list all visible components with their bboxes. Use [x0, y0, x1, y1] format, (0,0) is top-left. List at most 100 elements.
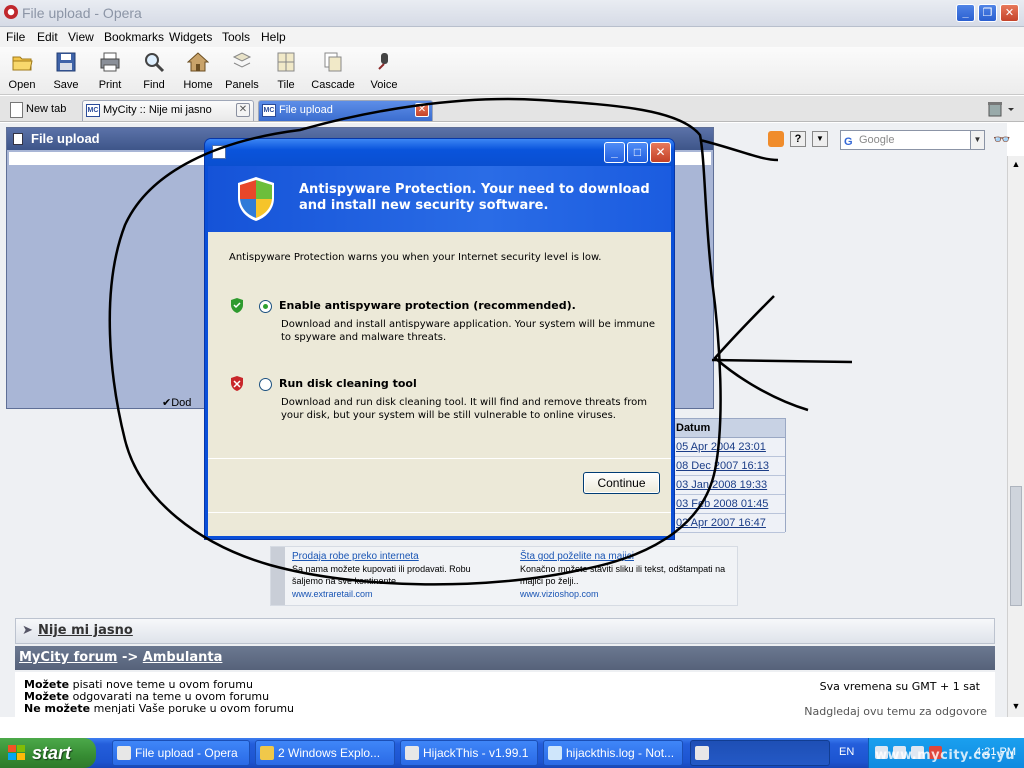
tile-icon — [277, 52, 295, 72]
menu-view[interactable]: View — [68, 30, 94, 44]
ad-side-label — [271, 547, 285, 605]
table-row[interactable]: 02 Apr 2007 16:47 — [671, 514, 785, 533]
tab-close-icon[interactable]: ✕ — [236, 103, 250, 117]
glasses-icon[interactable]: 👓 — [993, 131, 1010, 148]
ad-vizioshop[interactable]: Šta god poželite na majici Konačno možet… — [520, 551, 730, 600]
minimize-button[interactable]: _ — [956, 4, 975, 22]
dialog-close-button[interactable]: ✕ — [650, 142, 671, 163]
dialog-header: Antispyware Protection. Your need to dow… — [208, 166, 671, 232]
menu-tools[interactable]: Tools — [222, 30, 250, 44]
forum-permissions: Možete pisati nove teme u ovom forumu Mo… — [15, 672, 995, 718]
language-indicator[interactable]: EN — [839, 746, 854, 758]
continue-button[interactable]: Continue — [583, 472, 660, 494]
table-row[interactable]: 03 Feb 2008 01:45 — [671, 495, 785, 514]
cascade-button[interactable]: Cascade — [311, 49, 355, 93]
windows-taskbar: start File upload - Opera 2 Windows Expl… — [0, 738, 1024, 768]
table-row[interactable]: 03 Jan 2008 19:33 — [671, 476, 785, 495]
search-engine-dropdown[interactable]: ▼ — [970, 131, 984, 149]
new-tab-button[interactable]: New tab — [6, 100, 80, 121]
rss-feed-icon[interactable] — [768, 131, 784, 147]
panels-button[interactable]: Panels — [220, 49, 264, 93]
floppy-disk-icon — [56, 52, 76, 72]
breadcrumb-ambulanta[interactable]: Ambulanta — [143, 650, 223, 665]
magnifier-icon — [145, 53, 165, 73]
panels-icon — [232, 52, 252, 68]
scroll-down-icon[interactable]: ▼ — [1010, 700, 1022, 712]
watermark: www.mycity.co.yu — [875, 748, 1016, 763]
tile-button[interactable]: Tile — [264, 49, 308, 93]
trash-icon[interactable] — [988, 101, 1018, 117]
window-icon — [212, 145, 226, 159]
tab-close-icon[interactable]: ✕ — [415, 103, 429, 117]
menu-help[interactable]: Help — [261, 30, 286, 44]
divider — [208, 458, 671, 459]
topic-title-bar[interactable]: ➤ Nije mi jasno — [15, 618, 995, 644]
timezone-note: Sva vremena su GMT + 1 sat — [819, 680, 980, 693]
save-button[interactable]: Save — [44, 49, 88, 93]
mycity-favicon: MC — [86, 104, 100, 117]
taskbar-item-explorer[interactable]: 2 Windows Explo... — [255, 740, 395, 766]
radio-disk-cleaning[interactable] — [259, 378, 272, 391]
dialog-body: Antispyware Protection warns you when yo… — [208, 232, 671, 539]
find-button[interactable]: Find — [132, 49, 176, 93]
opera-icon — [117, 746, 131, 760]
voice-button[interactable]: Voice — [362, 49, 406, 93]
antispyware-dialog: _ □ ✕ Antispyware Protection. Your need … — [205, 139, 674, 539]
open-button[interactable]: Open — [0, 49, 44, 93]
menu-widgets[interactable]: Widgets — [169, 30, 212, 44]
watch-topic-link[interactable]: Nadgledaj ovu temu za odgovore — [804, 706, 987, 718]
menu-edit[interactable]: Edit — [37, 30, 58, 44]
menu-bar: File Edit View Bookmarks Widgets Tools H… — [0, 27, 1024, 47]
table-row[interactable]: 08 Dec 2007 16:13 — [671, 457, 785, 476]
document-icon — [13, 133, 23, 145]
dialog-minimize-button[interactable]: _ — [604, 142, 625, 163]
home-button[interactable]: Home — [176, 49, 220, 93]
window-icon — [695, 746, 709, 760]
taskbar-item-opera[interactable]: File upload - Opera — [112, 740, 250, 766]
print-button[interactable]: Print — [88, 49, 132, 93]
taskbar-item-dialog[interactable] — [690, 740, 830, 766]
ad-extraretail[interactable]: Prodaja robe preko interneta Sa nama mož… — [292, 551, 502, 600]
window-title: File upload - Opera — [22, 5, 142, 21]
scroll-up-icon[interactable]: ▲ — [1010, 158, 1022, 170]
topics-table: Datum 05 Apr 2004 23:01 08 Dec 2007 16:1… — [670, 418, 786, 533]
search-input[interactable]: G Google ▼ — [840, 130, 985, 150]
google-icon: G — [844, 136, 853, 148]
folder-icon — [260, 746, 274, 760]
help-icon[interactable]: ? — [790, 131, 806, 147]
vertical-scrollbar[interactable]: ▲ ▼ — [1007, 156, 1024, 717]
datum-header: Datum — [671, 419, 785, 438]
table-row[interactable]: 05 Apr 2004 23:01 — [671, 438, 785, 457]
breadcrumb-mycity-forum[interactable]: MyCity forum — [19, 650, 117, 665]
title-bar: File upload - Opera _ ❐ ✕ — [0, 0, 1024, 27]
tab-nije-mi-jasno[interactable]: MC MyCity :: Nije mi jasno ✕ — [82, 100, 254, 121]
dialog-maximize-button[interactable]: □ — [627, 142, 648, 163]
folder-open-icon — [12, 56, 33, 71]
menu-bookmarks[interactable]: Bookmarks — [104, 30, 164, 44]
dialog-intro: Antispyware Protection warns you when yo… — [229, 252, 602, 263]
start-button[interactable]: start — [0, 738, 96, 768]
tab-bar: New tab MC MyCity :: Nije mi jasno ✕ MC … — [0, 96, 1024, 122]
taskbar-item-notepad[interactable]: hijackthis.log - Not... — [543, 740, 683, 766]
dialog-title-bar[interactable]: _ □ ✕ — [205, 139, 674, 166]
dropdown-arrow-icon[interactable]: ▼ — [812, 131, 828, 147]
microphone-icon — [378, 53, 388, 70]
breadcrumb: MyCity forum -> Ambulanta — [15, 646, 995, 670]
main-toolbar: Open Save Print Find Home Panels Tile Ca… — [0, 47, 1024, 95]
tab-file-upload[interactable]: MC File upload ✕ — [258, 100, 433, 121]
ad-block: Prodaja robe preko interneta Sa nama mož… — [270, 546, 738, 606]
close-button[interactable]: ✕ — [1000, 4, 1019, 22]
menu-file[interactable]: File — [6, 30, 25, 44]
security-shield-icon — [238, 177, 274, 221]
taskbar-item-hijackthis[interactable]: HijackThis - v1.99.1 — [400, 740, 538, 766]
radio-enable-protection[interactable] — [259, 300, 272, 313]
scroll-thumb[interactable] — [1010, 486, 1022, 606]
restore-button[interactable]: ❐ — [978, 4, 997, 22]
cascade-icon — [324, 52, 342, 72]
checkbox[interactable]: ✔Dod — [162, 396, 191, 409]
divider — [208, 512, 671, 513]
mycity-favicon: MC — [262, 104, 276, 117]
arrow-right-icon: ➤ — [22, 623, 33, 638]
windows-logo-icon — [8, 745, 25, 760]
opera-logo-icon — [4, 5, 18, 19]
